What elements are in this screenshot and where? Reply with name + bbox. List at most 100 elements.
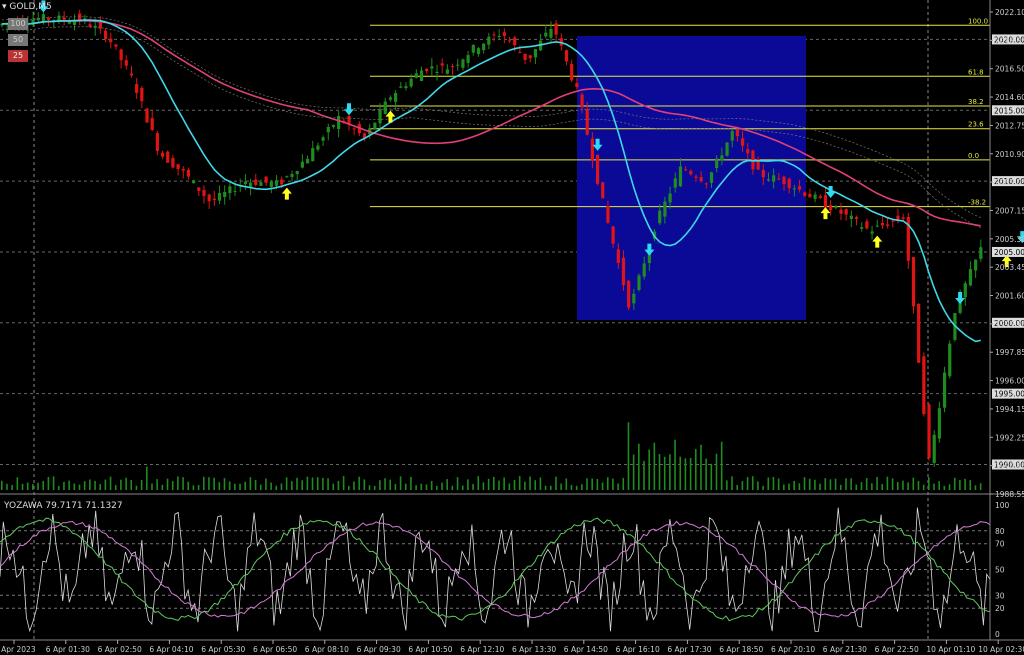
candle-body (844, 209, 848, 215)
price-tick-label: 2005.30 (995, 235, 1024, 244)
candle-body (829, 205, 833, 211)
candle-body (264, 176, 268, 183)
candle-body (699, 177, 703, 182)
volume-bar (565, 478, 568, 490)
volume-bar (839, 484, 842, 490)
window-menu-icon[interactable]: ▾ (2, 2, 7, 12)
volume-bar (643, 460, 645, 490)
candle-body (849, 215, 853, 220)
time-tick-label: 6 Apr 04:10 (149, 645, 193, 654)
time-tick-label: 10 Apr 02:30 (978, 645, 1024, 654)
candle-body (797, 186, 802, 190)
volume-bar (399, 476, 402, 490)
volume-bar (922, 484, 925, 490)
candle[interactable] (922, 352, 926, 417)
candle[interactable] (145, 107, 149, 123)
quick-button-25[interactable]: 25 (8, 50, 28, 62)
candle-body (248, 182, 253, 187)
candle-body (870, 231, 874, 234)
volume-bar (891, 478, 894, 490)
volume-bar (234, 483, 236, 490)
candle-body (968, 269, 973, 286)
volume-bar (161, 484, 164, 490)
quick-button-100[interactable]: 100 (8, 18, 28, 30)
candle-body (47, 17, 51, 20)
candle[interactable] (927, 403, 931, 461)
price-tick-label: 1997.85 (995, 348, 1024, 357)
candle-body (839, 209, 843, 214)
volume-bar (94, 480, 96, 490)
candle-body (430, 66, 434, 69)
time-tick-label: 6 Apr 06:50 (253, 645, 297, 654)
candle-body (440, 63, 444, 66)
candle-body (880, 222, 885, 226)
candle-body (611, 226, 615, 244)
volume-bar (964, 478, 966, 490)
candle-body (937, 408, 941, 439)
chart-canvas[interactable]: 100.061.838.223.60.0-38.2 2020.002015.00… (0, 0, 1024, 655)
candle-body (316, 145, 320, 150)
volume-bar (146, 466, 148, 490)
candle-body (305, 158, 310, 164)
candle[interactable] (627, 279, 631, 311)
volume-bar (342, 476, 345, 490)
volume-bar (441, 482, 443, 490)
candle-body (792, 188, 796, 190)
candle-body (399, 86, 403, 88)
highlight-box[interactable] (577, 36, 806, 320)
candle-body (533, 49, 538, 58)
candle[interactable] (601, 182, 605, 199)
volume-bar (689, 457, 692, 490)
candle[interactable] (595, 154, 600, 186)
volume-bar (151, 483, 153, 490)
volume-bar (410, 476, 412, 490)
candle[interactable] (906, 212, 910, 269)
candle-body (974, 259, 978, 271)
volume-bar (503, 477, 505, 490)
candle-body (300, 161, 304, 168)
volume-bar (959, 480, 961, 490)
candle-body (285, 176, 289, 178)
candle-body (269, 181, 273, 187)
candle[interactable] (942, 366, 947, 413)
candle-body (860, 227, 864, 229)
price-tick-label: 2018.35 (995, 36, 1024, 45)
quick-button-50[interactable]: 50 (8, 34, 28, 46)
volume-bar (42, 480, 45, 490)
candle-body (414, 73, 418, 78)
candle-body (492, 34, 496, 36)
volume-bar (363, 479, 366, 490)
price-tick-label: 1994.15 (995, 405, 1024, 414)
volume-bar (239, 483, 241, 490)
volume-bar (301, 480, 303, 490)
candle-body (694, 176, 698, 178)
time-tick-label: 6 Apr 18:50 (719, 645, 763, 654)
candle-body (476, 48, 481, 55)
candle-body (590, 138, 594, 161)
candle-body (787, 178, 791, 189)
candle[interactable] (911, 256, 916, 314)
candle[interactable] (725, 141, 729, 157)
candle[interactable] (637, 273, 641, 292)
candle-body (507, 40, 512, 42)
candle-body (922, 356, 926, 415)
price-marker-label: 1995.00 (994, 390, 1024, 399)
volume-bar (316, 477, 319, 490)
time-tick-label: 6 Apr 13:30 (512, 645, 556, 654)
volume-bar (89, 479, 91, 490)
candle[interactable] (948, 340, 952, 379)
candle-body (388, 97, 393, 100)
volume-bar (741, 481, 744, 490)
volume-bar (824, 478, 827, 490)
volume-bar (762, 485, 764, 490)
volume-bar (534, 480, 537, 490)
candle[interactable] (166, 150, 170, 163)
volume-bar (291, 481, 293, 490)
candle-body (834, 206, 838, 208)
volume-bar (757, 481, 759, 490)
volume-bar (1, 480, 3, 490)
candle[interactable] (917, 302, 921, 363)
candle[interactable] (373, 122, 377, 131)
candle[interactable] (932, 430, 936, 467)
volume-bar (130, 479, 133, 490)
